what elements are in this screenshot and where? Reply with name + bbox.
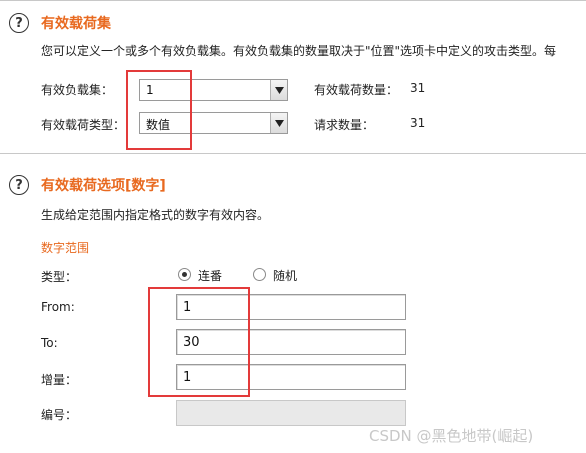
- step-label: 增量：: [41, 373, 78, 387]
- payload-options-description: 生成给定范围内指定格式的数字有效内容。: [41, 208, 270, 222]
- random-label: 随机: [273, 269, 298, 283]
- highlight-box: [148, 287, 250, 397]
- payload-count-label: 有效载荷数量：: [314, 83, 399, 97]
- watermark: CSDN @黑色地带(崛起): [369, 427, 534, 445]
- payload-sets-description: 您可以定义一个或多个有效负载集。有效负载集的数量取决于"位置"选项卡中定义的攻击…: [41, 44, 557, 58]
- number-input: [176, 400, 406, 426]
- help-icon[interactable]: ?: [9, 13, 29, 33]
- random-radio[interactable]: [253, 268, 266, 281]
- number-label: 编号：: [41, 408, 78, 422]
- number-range-title: 数字范围: [41, 241, 90, 255]
- chevron-down-icon: [270, 80, 287, 100]
- section-divider: [0, 153, 586, 154]
- sequential-radio[interactable]: [178, 268, 191, 281]
- to-label: To:: [41, 336, 58, 350]
- sequential-label: 连番: [198, 269, 223, 283]
- payload-sets-title: 有效载荷集: [41, 16, 111, 32]
- chevron-down-icon: [270, 113, 287, 133]
- help-icon[interactable]: ?: [9, 175, 29, 195]
- payload-options-title: 有效载荷选项[数字]: [41, 178, 166, 194]
- payload-type-label: 有效载荷类型：: [41, 118, 126, 132]
- request-count-label: 请求数量：: [314, 118, 375, 132]
- payload-set-label: 有效负载集：: [41, 83, 114, 97]
- from-label: From:: [41, 300, 75, 314]
- radio-selected-dot: [182, 272, 187, 277]
- type-label: 类型：: [41, 270, 78, 284]
- request-count-value: 31: [410, 116, 426, 130]
- highlight-box: [126, 70, 192, 150]
- payload-count-value: 31: [410, 81, 426, 95]
